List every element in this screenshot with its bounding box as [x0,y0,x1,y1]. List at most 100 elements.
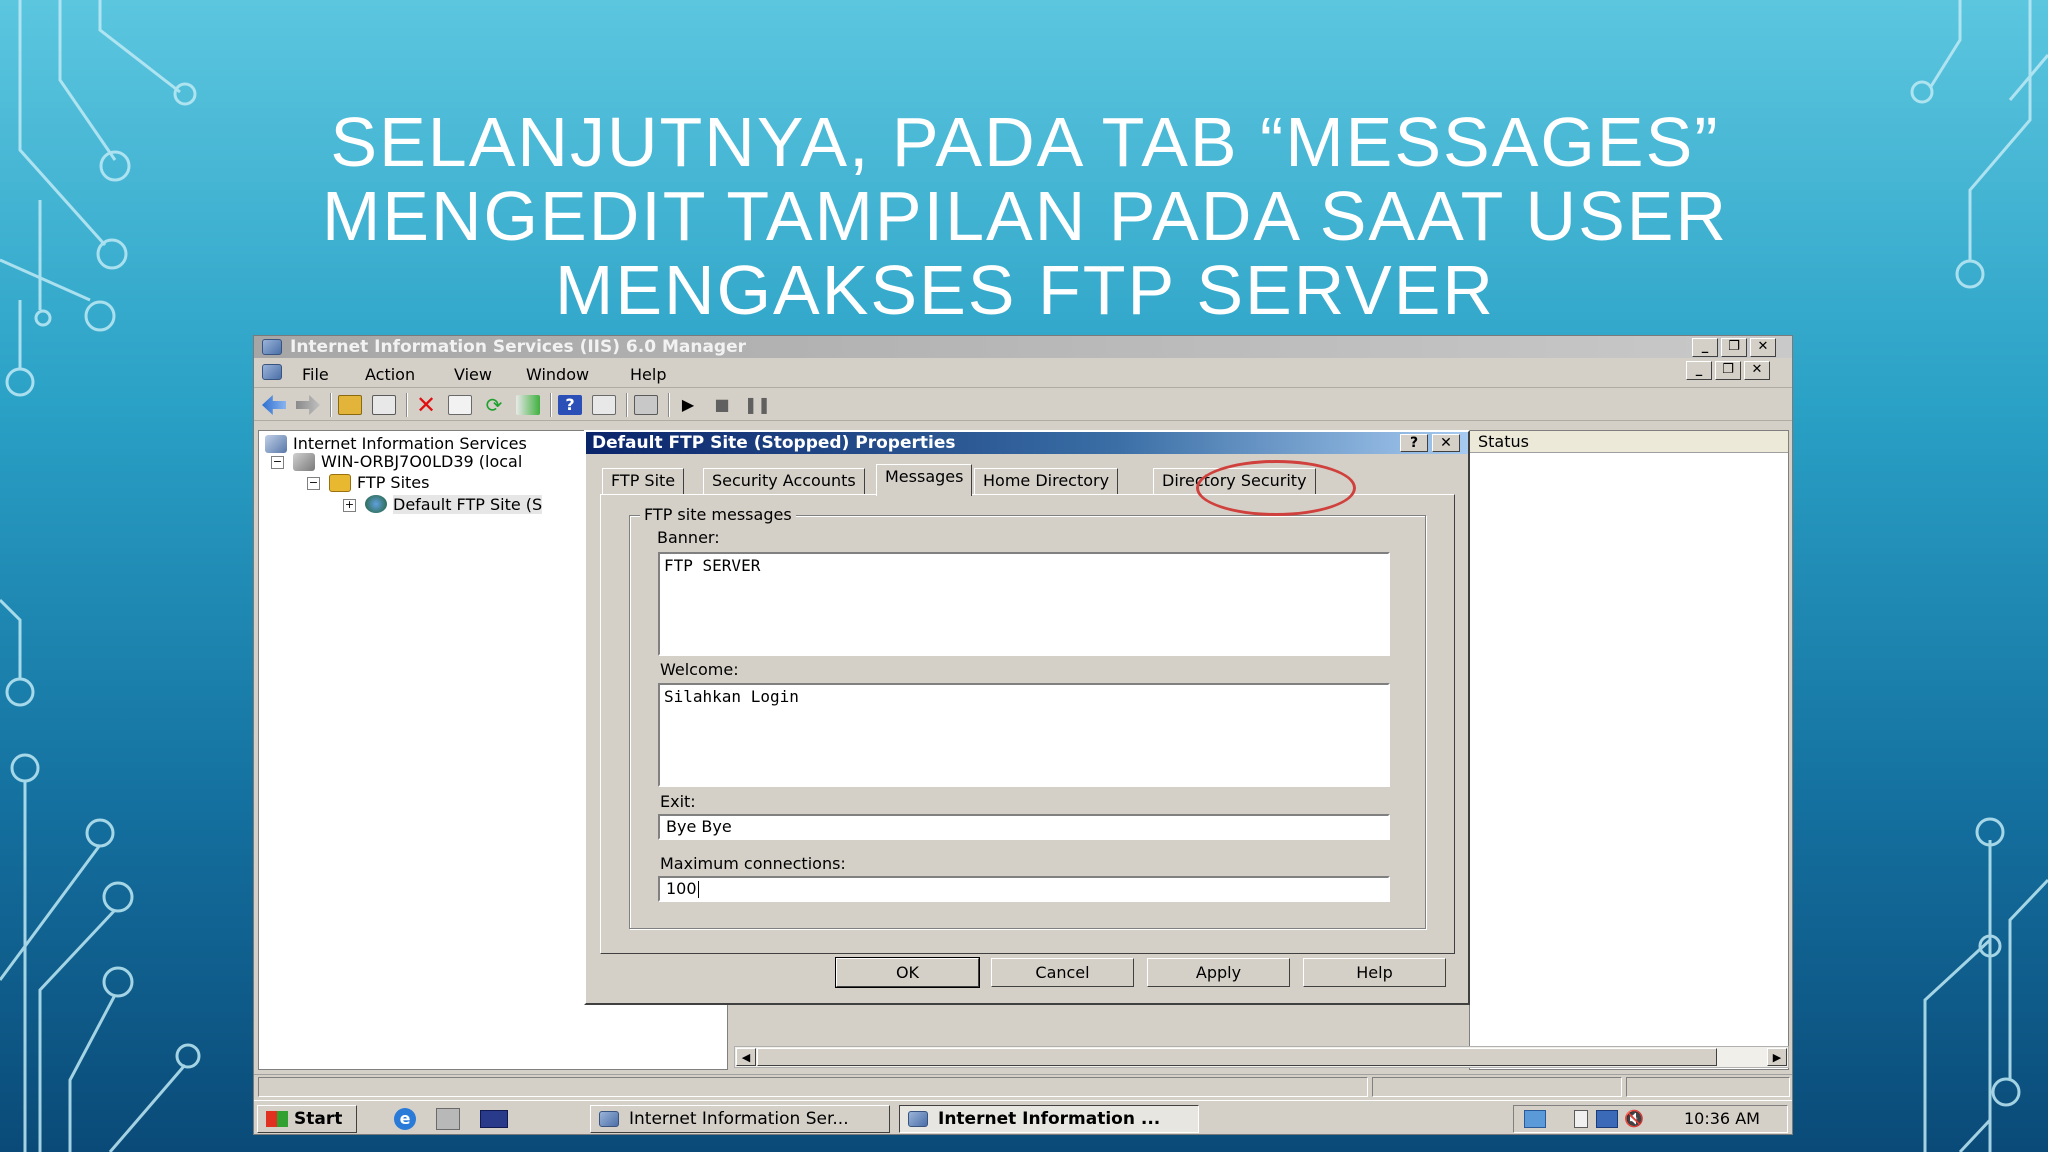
dialog-close-icon[interactable]: ✕ [1432,434,1460,452]
welcome-label: Welcome: [660,660,739,679]
expand-icon[interactable]: + [343,499,356,512]
iis-root-icon [265,435,287,453]
mmc-view-icon[interactable] [592,395,616,415]
iis-task-icon [908,1111,928,1127]
start-label: Start [294,1109,343,1129]
cancel-button[interactable]: Cancel [991,958,1134,987]
window-controls: _ ❐ ✕ [1692,338,1776,357]
windows-logo-icon [266,1111,288,1127]
menu-window[interactable]: Window [526,365,589,384]
child-window-controls: _ ❐ ✕ [1686,361,1770,380]
menu-bar: File Action View Window Help _ ❐ ✕ [254,358,1792,388]
dialog-titlebar: Default FTP Site (Stopped) Properties [586,432,1468,454]
tree-root[interactable]: Internet Information Services [293,434,527,453]
scroll-thumb[interactable] [757,1048,1717,1066]
welcome-textarea[interactable]: Silahkan Login [658,683,1390,787]
start-play-icon[interactable]: ▶ [676,395,700,415]
ok-button[interactable]: OK [835,957,980,988]
status-bar [254,1074,1792,1098]
details-panel: Status [1469,430,1789,1070]
taskbar-iis-1[interactable]: Internet Information Ser... [590,1105,890,1133]
export-list-icon[interactable] [516,395,540,415]
text-caret [697,881,699,898]
forward-arrow-icon[interactable] [296,395,320,415]
task2-label: Internet Information ... [938,1109,1161,1129]
safely-remove-icon[interactable] [1574,1110,1588,1128]
back-arrow-icon[interactable] [262,395,286,415]
tab-messages[interactable]: Messages [876,464,973,496]
help-icon[interactable]: ? [558,395,582,415]
apply-button[interactable]: Apply [1147,958,1290,987]
mmc-menu-icon [262,364,282,380]
menu-view[interactable]: View [454,365,492,384]
status-cell-3 [1626,1077,1790,1097]
banner-textarea[interactable]: FTP SERVER [658,552,1390,656]
start-button[interactable]: Start [257,1105,357,1133]
slide-title: SELANJUTNYA, PADA TAB “MESSAGES” MENGEDI… [322,103,1728,329]
ftp-site-messages-group: FTP site messages Banner: FTP SERVER Wel… [629,505,1426,929]
toolbar: ✕ ⟳ ? ▶ ■ ❚❚ [254,389,1792,421]
collapse-icon[interactable]: − [271,456,284,469]
scroll-right-icon[interactable]: ▶ [1767,1048,1787,1066]
pause-icon[interactable]: ❚❚ [744,395,771,415]
max-connections-label: Maximum connections: [660,854,846,873]
server-manager-icon[interactable] [436,1108,460,1130]
child-minimize-icon[interactable]: _ [1686,361,1712,380]
child-restore-icon[interactable]: ❐ [1715,361,1741,380]
window-title: Internet Information Services (IIS) 6.0 … [290,337,747,357]
show-hide-tree-icon[interactable] [372,395,396,415]
properties-icon[interactable] [448,395,472,415]
iis-manager-window: Internet Information Services (IIS) 6.0 … [253,335,1793,1135]
computer-icon[interactable] [634,395,658,415]
menu-help[interactable]: Help [630,365,666,384]
child-close-icon[interactable]: ✕ [1744,361,1770,380]
tree-ftp-sites[interactable]: FTP Sites [357,473,429,492]
tab-home-directory[interactable]: Home Directory [974,468,1119,494]
clock[interactable]: 10:36 AM [1684,1109,1760,1128]
collapse-icon[interactable]: − [307,477,320,490]
server-icon [293,453,315,471]
banner-label: Banner: [657,528,720,547]
status-column-header[interactable]: Status [1470,431,1788,453]
status-cell-main [258,1077,1368,1097]
minimize-icon[interactable]: _ [1692,338,1718,357]
taskbar-iis-2[interactable]: Internet Information ... [899,1105,1199,1133]
refresh-icon[interactable]: ⟳ [482,395,506,415]
volume-muted-icon[interactable]: 🔇 [1624,1109,1644,1128]
menu-file[interactable]: File [302,365,329,384]
system-tray: 🔇 10:36 AM [1513,1105,1788,1133]
close-icon[interactable]: ✕ [1750,338,1776,357]
task1-label: Internet Information Ser... [629,1109,849,1129]
exit-label: Exit: [660,792,696,811]
tab-security-accounts[interactable]: Security Accounts [703,468,865,494]
messages-tab-panel: FTP site messages Banner: FTP SERVER Wel… [600,494,1455,954]
horizontal-scrollbar[interactable]: ◀ ▶ [734,1046,1789,1068]
scroll-left-icon[interactable]: ◀ [736,1048,756,1066]
status-cell-2 [1372,1077,1622,1097]
iis-app-icon [262,339,282,355]
menu-action[interactable]: Action [365,365,415,384]
exit-input[interactable]: Bye Bye [658,814,1390,840]
iis-task-icon [599,1111,619,1127]
tree-server[interactable]: WIN-ORBJ7O0LD39 (local [321,452,522,471]
ftp-folder-icon [329,474,351,492]
tab-ftp-site[interactable]: FTP Site [602,468,685,494]
group-label: FTP site messages [640,505,796,524]
internet-explorer-icon[interactable]: e [394,1108,416,1130]
update-tray-icon[interactable] [1524,1110,1546,1128]
show-desktop-icon[interactable] [480,1110,508,1128]
up-folder-icon[interactable] [338,395,362,415]
globe-site-icon [365,495,387,513]
delete-icon[interactable]: ✕ [414,393,438,417]
dialog-help-icon[interactable]: ? [1400,434,1428,452]
ftp-properties-dialog: Default FTP Site (Stopped) Properties ? … [584,430,1470,1005]
dialog-title: Default FTP Site (Stopped) Properties [592,433,956,453]
tree-default-ftp-site[interactable]: Default FTP Site (S [393,495,543,514]
max-connections-value: 100 [666,879,697,898]
stop-icon[interactable]: ■ [710,395,734,415]
help-button[interactable]: Help [1303,958,1446,987]
network-tray-icon[interactable] [1596,1110,1618,1128]
max-connections-input[interactable]: 100 [658,876,1390,902]
messages-tab-highlight [1196,460,1356,516]
restore-icon[interactable]: ❐ [1721,338,1747,357]
